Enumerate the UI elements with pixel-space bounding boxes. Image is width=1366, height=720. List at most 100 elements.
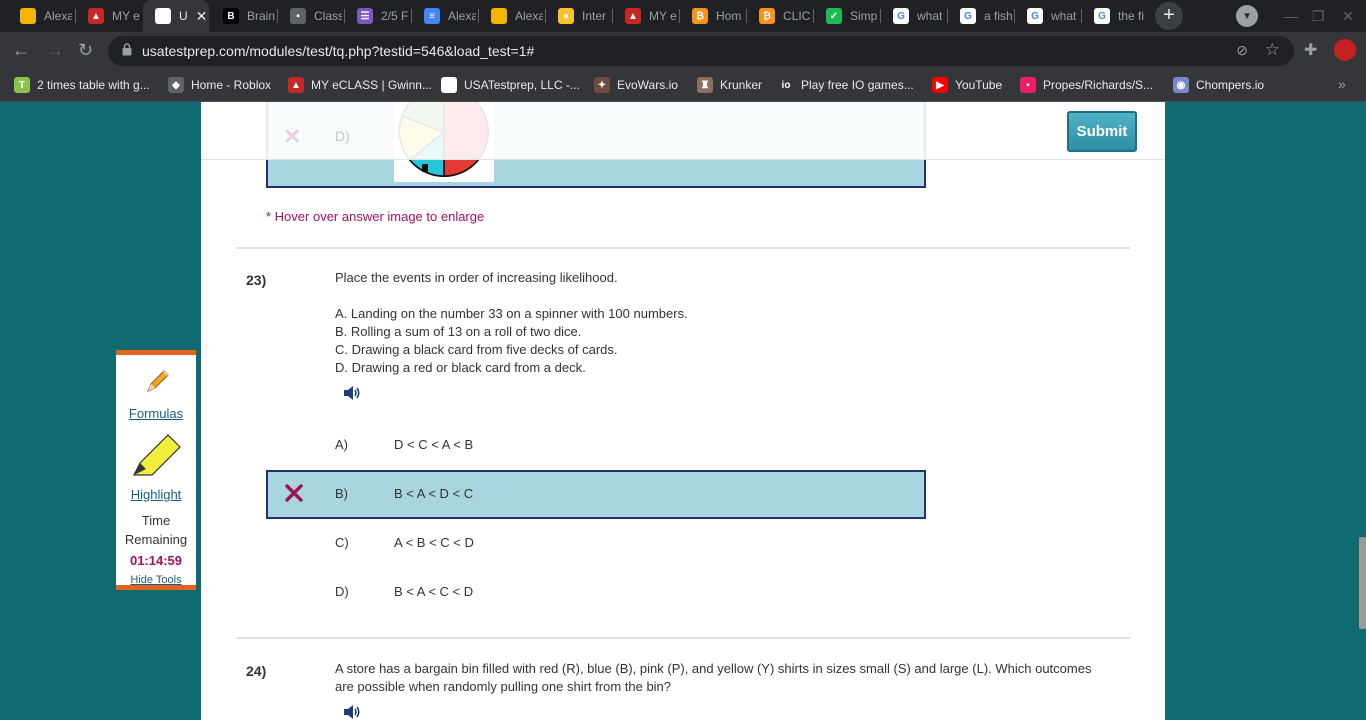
bookmark-item[interactable]: T 2 times table with g...: [14, 70, 150, 100]
bookmark-label: Propes/Richards/S...: [1043, 78, 1154, 92]
browser-tab[interactable]: Gthe fi: [1082, 0, 1147, 32]
bookmark-label: Home - Roblox: [191, 78, 272, 92]
question-divider: [236, 247, 1130, 249]
browser-tab[interactable]: Gwhat: [881, 0, 946, 32]
roblox-icon: ◆: [168, 77, 184, 93]
browser-tab[interactable]: ▪ Class: [278, 0, 343, 32]
browser-tab[interactable]: ▲ MY e: [613, 0, 678, 32]
close-window-icon[interactable]: ✕: [1342, 8, 1354, 25]
brainly-icon: B: [223, 8, 239, 24]
pencil-icon[interactable]: [142, 367, 172, 397]
time-label: Time: [141, 513, 171, 528]
lock-icon: [122, 43, 132, 56]
browser-tab[interactable]: B Brain: [211, 0, 276, 32]
bookmark-item[interactable]: ✦ EvoWars.io: [594, 70, 678, 100]
bookmark-item[interactable]: ♜ Krunker: [697, 70, 762, 100]
slides-icon: [491, 8, 507, 24]
answer-choice-a[interactable]: A) D < C < A < B: [266, 421, 926, 470]
hide-tools-link[interactable]: Hide Tools: [116, 574, 196, 586]
incorrect-mark-icon: ✕: [283, 124, 302, 149]
bookmark-item[interactable]: io Play free IO games...: [778, 70, 914, 100]
formulas-link[interactable]: Formulas: [116, 406, 196, 421]
tab-title: Inter: [582, 9, 607, 23]
browser-tab[interactable]: ☰ 2/5 F: [345, 0, 410, 32]
answer-choice-b[interactable]: B) B < A < D < C: [266, 470, 926, 519]
answer-choice-c[interactable]: C) A < B < C < D: [266, 519, 926, 568]
choice-label: D): [335, 584, 349, 599]
maximize-icon[interactable]: ❐: [1312, 8, 1325, 25]
event-d: D. Drawing a red or black card from a de…: [335, 360, 586, 375]
evowars-icon: ✦: [594, 77, 610, 93]
bookmark-item[interactable]: ◆ Home - Roblox: [168, 70, 271, 100]
bookmarks-bar: T 2 times table with g... ◆ Home - Roblox ▲ M…: [0, 70, 1366, 102]
eclass-icon: ▲: [88, 8, 104, 24]
tab-title: a fish: [984, 9, 1012, 23]
google-icon: G: [1094, 8, 1110, 24]
browser-tab[interactable]: Gwhat: [1015, 0, 1080, 32]
address-bar[interactable]: usatestprep.com/modules/test/tq.php?test…: [108, 36, 1294, 66]
page-scrollbar-thumb[interactable]: [1359, 537, 1366, 629]
forms-icon: ☰: [357, 8, 373, 24]
bookmark-item[interactable]: ▪ Propes/Richards/S...: [1020, 70, 1153, 100]
bookmark-item[interactable]: ◉ Chompers.io: [1173, 70, 1264, 100]
tab-title: what: [917, 9, 943, 23]
back-icon[interactable]: ←: [12, 40, 30, 60]
bookmark-label: Krunker: [720, 78, 763, 92]
bookmark-item[interactable]: USATestprep, LLC -...: [441, 70, 580, 100]
choice-text: B < A < D < C: [394, 486, 474, 501]
url-text: usatestprep.com/modules/test/tq.php?test…: [142, 43, 535, 59]
browser-tab[interactable]: ● Inter: [546, 0, 611, 32]
minimize-icon[interactable]: —: [1284, 8, 1298, 24]
question-prompt-line-1: A store has a bargain bin filled with re…: [335, 661, 1092, 676]
question-number: 23): [246, 272, 267, 288]
speaker-icon[interactable]: [342, 702, 362, 720]
tracking-blocked-icon[interactable]: ⊘: [1236, 42, 1248, 59]
bookmark-label: Chompers.io: [1196, 78, 1265, 92]
answer-choice-d[interactable]: D) B < A < C < D: [266, 568, 926, 617]
close-tab-icon[interactable]: ✕: [196, 8, 208, 25]
tools-panel: Formulas Highlight Time Remaining 01:14:…: [116, 350, 196, 590]
new-tab-button[interactable]: +: [1155, 2, 1183, 30]
io-icon: io: [778, 77, 794, 93]
eclass-icon: ▲: [288, 77, 304, 93]
extensions-icon[interactable]: ✚: [1304, 40, 1317, 60]
browser-tab[interactable]: Ga fish: [948, 0, 1013, 32]
krunker-icon: ♜: [697, 77, 713, 93]
tab-title: Alexa: [44, 9, 72, 23]
eclass-icon: ▲: [625, 8, 641, 24]
choice-text: A < B < C < D: [394, 535, 474, 550]
tab-title: MY e: [112, 9, 140, 23]
bookmark-item[interactable]: ▲ MY eCLASS | Gwinn...: [288, 70, 432, 100]
wrong-answer-icon: [285, 484, 303, 502]
bulb-icon: ●: [558, 8, 574, 24]
tab-search-icon[interactable]: ▾: [1236, 5, 1258, 27]
browser-tab[interactable]: Alexa: [8, 0, 73, 32]
previous-answer-label: D): [335, 128, 350, 144]
browser-tab[interactable]: Alexa: [479, 0, 544, 32]
reload-icon[interactable]: ↻: [78, 40, 93, 60]
bookmark-item[interactable]: ▶ YouTube: [932, 70, 1002, 100]
tab-title: MY e: [649, 9, 677, 23]
browser-tab[interactable]: ₿ Hom: [680, 0, 745, 32]
speaker-icon[interactable]: [342, 383, 362, 403]
browser-tab[interactable]: ✓ Simp: [814, 0, 879, 32]
browser-tab[interactable]: ₿ CLIC: [747, 0, 812, 32]
event-c: C. Drawing a black card from five decks …: [335, 342, 618, 357]
bookmark-label: YouTube: [955, 78, 1003, 92]
profile-avatar[interactable]: [1334, 39, 1356, 61]
usatestprep-icon: [441, 77, 457, 93]
highlighter-icon[interactable]: [130, 431, 184, 481]
bookmark-star-icon[interactable]: ☆: [1265, 40, 1280, 60]
browser-tab[interactable]: U ✕: [143, 0, 209, 32]
google-icon: G: [960, 8, 976, 24]
tab-title: U: [179, 9, 188, 23]
submit-button[interactable]: Submit: [1067, 111, 1137, 152]
more-bookmarks-icon[interactable]: »: [1338, 76, 1346, 92]
slides-icon: [20, 8, 36, 24]
highlight-link[interactable]: Highlight: [116, 487, 196, 502]
tab-title: Class: [314, 9, 342, 23]
bookmark-label: EvoWars.io: [617, 78, 678, 92]
browser-tab[interactable]: ▲ MY e: [76, 0, 141, 32]
forward-icon[interactable]: →: [46, 40, 64, 60]
browser-tab[interactable]: ≡ Alexa: [412, 0, 477, 32]
